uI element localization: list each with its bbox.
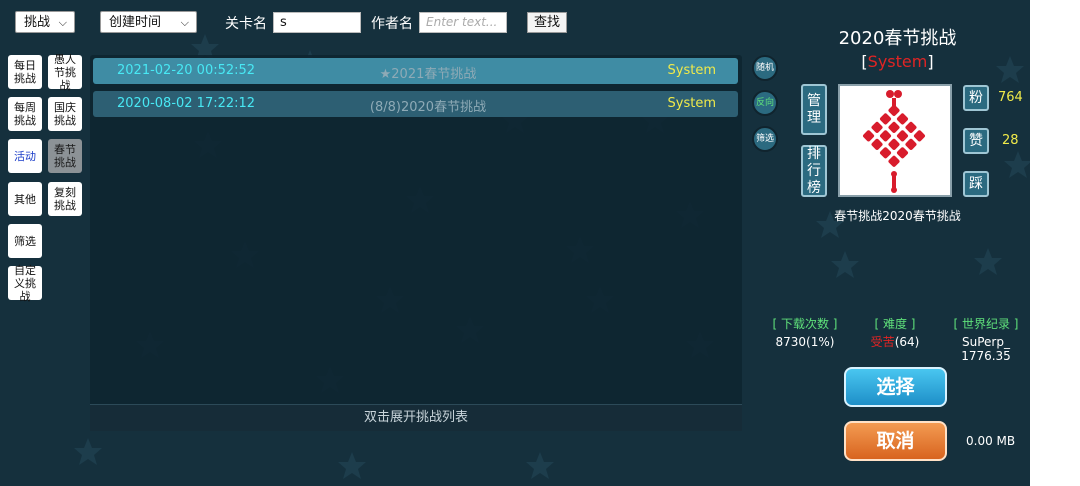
category-filter[interactable]: 筛选	[8, 224, 42, 258]
likes-count: 28	[1002, 133, 1019, 148]
leaderboard-button[interactable]: 排行榜	[801, 145, 827, 197]
sort-select-value: 创建时间	[109, 15, 162, 30]
world-record-label: [ 世界纪录 ]	[953, 317, 1019, 331]
difficulty-label: [ 难度 ]	[874, 317, 916, 331]
random-button[interactable]: 随机	[752, 55, 778, 81]
category-other[interactable]: 其他	[8, 182, 42, 216]
type-select-value: 挑战	[24, 15, 51, 30]
world-record-value: SuPerp_ 1776.35	[945, 335, 1027, 363]
level-name-input[interactable]: s	[273, 12, 361, 33]
dislike-button[interactable]: 踩	[963, 171, 989, 197]
author-name-input[interactable]: Enter text...	[419, 12, 507, 33]
author-name-label: 作者名	[371, 16, 413, 32]
right-edge-strip	[1030, 0, 1080, 486]
filter-round-button[interactable]: 筛选	[752, 126, 778, 152]
author-bracket-close: ]	[927, 52, 934, 71]
difficulty-number: (64)	[894, 335, 920, 349]
type-select[interactable]: 挑战 ⌵	[15, 11, 75, 33]
list-item-author: System	[667, 63, 716, 78]
list-item-date: 2021-02-20 00:52:52	[117, 63, 256, 78]
list-item-title: ★2021春节挑战	[379, 67, 477, 82]
file-size: 0.00 MB	[966, 434, 1016, 448]
category-daily[interactable]: 每日挑战	[8, 55, 42, 89]
downloads-value: 8730(1%)	[775, 335, 835, 349]
downloads-label: [ 下载次数 ]	[772, 317, 838, 331]
challenge-thumbnail	[838, 84, 952, 197]
challenge-title: 2020春节挑战	[838, 28, 957, 49]
level-name-label: 关卡名	[225, 16, 267, 32]
list-item-date: 2020-08-02 17:22:12	[117, 96, 256, 111]
select-button[interactable]: 选择	[844, 367, 947, 407]
fans-button[interactable]: 粉	[963, 85, 989, 111]
challenge-author: [System]	[790, 52, 1005, 71]
category-national-day[interactable]: 国庆挑战	[48, 97, 82, 131]
cancel-button[interactable]: 取消	[844, 421, 947, 461]
list-item[interactable]: 2020-08-02 17:22:12 (8/8)2020春节挑战 System	[93, 91, 738, 117]
world-record-holder: SuPerp_	[962, 335, 1010, 349]
category-reprint[interactable]: 复刻挑战	[48, 182, 82, 216]
chinese-knot-icon	[863, 90, 925, 193]
category-weekly[interactable]: 每周挑战	[8, 97, 42, 131]
category-event[interactable]: 活动	[8, 139, 42, 173]
category-april-fools[interactable]: 愚人节挑战	[48, 53, 82, 92]
like-button[interactable]: 赞	[963, 128, 989, 154]
category-spring-festival[interactable]: 春节挑战	[48, 139, 82, 173]
sort-select[interactable]: 创建时间 ⌵	[100, 11, 197, 33]
category-custom[interactable]: 自定义挑战	[8, 264, 42, 303]
search-button[interactable]: 查找	[527, 12, 567, 33]
difficulty-value: 受苦(64)	[860, 335, 930, 349]
chevron-down-icon: ⌵	[180, 16, 189, 29]
author-name: System	[867, 52, 928, 71]
list-item-author: System	[667, 96, 716, 111]
reverse-button[interactable]: 反向	[752, 90, 778, 116]
challenge-subtitle: 春节挑战2020春节挑战	[834, 209, 961, 223]
difficulty-word: 受苦	[870, 335, 895, 349]
chevron-down-icon: ⌵	[58, 16, 67, 29]
list-expand-hint[interactable]: 双击展开挑战列表	[90, 404, 742, 431]
manage-button[interactable]: 管理	[801, 84, 827, 135]
world-record-time: 1776.35	[961, 349, 1011, 363]
list-item[interactable]: 2021-02-20 00:52:52 ★2021春节挑战 System	[93, 58, 738, 84]
list-item-title: (8/8)2020春节挑战	[369, 100, 487, 115]
fans-count: 764	[998, 90, 1023, 105]
challenge-list: 2021-02-20 00:52:52 ★2021春节挑战 System 202…	[90, 55, 742, 431]
